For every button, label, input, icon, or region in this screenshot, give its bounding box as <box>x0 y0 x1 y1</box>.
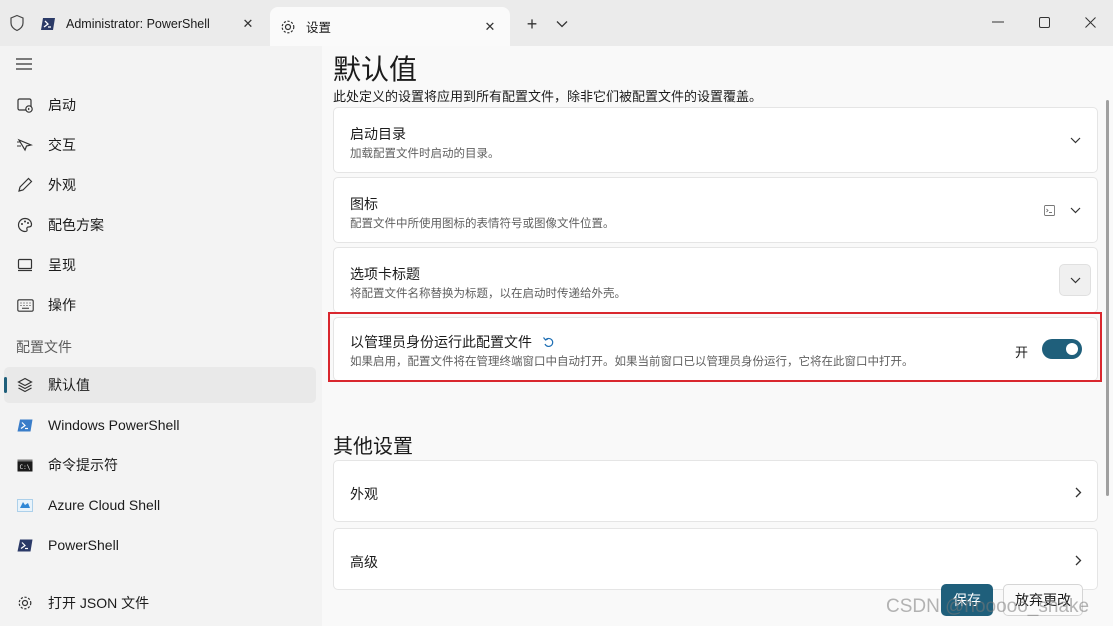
setting-description: 配置文件中所使用图标的表情符号或图像文件位置。 <box>350 218 615 230</box>
sidebar-item-label: 外观 <box>48 177 76 193</box>
sidebar-item-label: 启动 <box>48 97 76 113</box>
sidebar-item-appearance[interactable]: 外观 <box>4 167 316 203</box>
sidebar-item-azure-cloud-shell[interactable]: Azure Cloud Shell <box>4 487 316 523</box>
sidebar-item-label: 命令提示符 <box>48 457 118 473</box>
powershell-dark-icon <box>16 536 34 554</box>
sidebar-item-color-schemes[interactable]: 配色方案 <box>4 207 316 243</box>
open-json-label: 打开 JSON 文件 <box>48 595 150 611</box>
other-settings-header: 其他设置 <box>333 436 413 458</box>
title-bar: Administrator: PowerShell ✕ 设置 ✕ + <box>0 0 1113 46</box>
close-tab-icon[interactable]: ✕ <box>480 17 500 37</box>
main-content: 默认值 此处定义的设置将应用到所有配置文件，除非它们被配置文件的设置覆盖。 启动… <box>322 46 1113 626</box>
expand-button[interactable] <box>1059 264 1091 296</box>
setting-description: 加载配置文件时启动的目录。 <box>350 148 500 160</box>
chevron-right-icon <box>1068 482 1088 502</box>
chevron-down-icon <box>1070 277 1080 283</box>
new-tab-button[interactable]: + <box>520 14 544 34</box>
close-tab-icon[interactable]: ✕ <box>238 14 258 34</box>
sidebar: 启动 交互 外观 配色方案 呈现 操作 配置文件 默认值 Windows Pow… <box>0 46 322 626</box>
highlight-box <box>328 312 1102 382</box>
tab-settings[interactable]: 设置 ✕ <box>270 7 510 46</box>
page-title: 默认值 <box>333 54 418 85</box>
tab-powershell[interactable]: Administrator: PowerShell ✕ <box>30 7 268 41</box>
scrollbar[interactable] <box>1106 100 1109 496</box>
interaction-icon <box>16 136 34 154</box>
setting-card-icon[interactable]: 图标 配置文件中所使用图标的表情符号或图像文件位置。 <box>333 177 1098 243</box>
startup-icon <box>16 96 34 114</box>
sidebar-item-label: 操作 <box>48 297 76 313</box>
open-json-button[interactable]: 打开 JSON 文件 <box>4 585 316 621</box>
sidebar-item-label: 呈现 <box>48 257 76 273</box>
svg-text:C:\: C:\ <box>20 464 31 471</box>
setting-title: 启动目录 <box>350 126 406 142</box>
sidebar-item-label: Azure Cloud Shell <box>48 497 161 513</box>
chevron-right-icon <box>1068 550 1088 570</box>
profiles-section-header: 配置文件 <box>16 339 72 355</box>
setting-description: 将配置文件名称替换为标题，以在启动时传递给外壳。 <box>350 288 626 300</box>
setting-card-advanced[interactable]: 高级 <box>333 528 1098 590</box>
selection-indicator <box>4 377 7 393</box>
gear-icon <box>16 594 34 612</box>
setting-title: 高级 <box>350 554 378 570</box>
cmd-icon: C:\ <box>16 456 34 474</box>
palette-icon <box>16 216 34 234</box>
sidebar-item-label: 交互 <box>48 137 76 153</box>
hamburger-menu-icon[interactable] <box>14 56 34 72</box>
tab-label: Administrator: PowerShell <box>66 17 210 31</box>
toggle-state-label: 开 <box>1015 345 1029 360</box>
gear-icon <box>280 19 296 35</box>
chevron-down-icon[interactable] <box>1065 200 1085 220</box>
azure-icon <box>16 496 34 514</box>
sidebar-item-windows-powershell[interactable]: Windows PowerShell <box>4 407 316 443</box>
sidebar-item-powershell[interactable]: PowerShell <box>4 527 316 563</box>
setting-card-appearance[interactable]: 外观 <box>333 460 1098 522</box>
shield-icon <box>10 14 24 32</box>
keyboard-icon <box>16 296 34 314</box>
sidebar-item-label: 默认值 <box>48 377 90 393</box>
sidebar-item-label: 配色方案 <box>48 217 104 233</box>
pen-icon <box>16 176 34 194</box>
toggle-knob <box>1066 343 1078 355</box>
setting-title: 外观 <box>350 486 378 502</box>
chevron-down-icon[interactable] <box>1065 130 1085 150</box>
maximize-button[interactable] <box>1024 8 1064 36</box>
sidebar-item-startup[interactable]: 启动 <box>4 87 316 123</box>
run-as-admin-toggle[interactable] <box>1042 339 1082 359</box>
chevron-down-icon[interactable] <box>552 14 572 34</box>
setting-card-tab-title[interactable]: 选项卡标题 将配置文件名称替换为标题，以在启动时传递给外壳。 <box>333 247 1098 313</box>
sidebar-item-label: Windows PowerShell <box>48 417 180 433</box>
setting-title: 选项卡标题 <box>350 266 420 282</box>
watermark: CSDN @hooooo_shake <box>886 596 1090 617</box>
sidebar-item-cmd[interactable]: C:\ 命令提示符 <box>4 447 316 483</box>
sidebar-item-interaction[interactable]: 交互 <box>4 127 316 163</box>
monitor-icon <box>16 256 34 274</box>
sidebar-item-actions[interactable]: 操作 <box>4 287 316 323</box>
powershell-icon <box>16 416 34 434</box>
tab-label: 设置 <box>306 21 332 35</box>
close-window-button[interactable] <box>1070 8 1110 36</box>
sidebar-item-label: PowerShell <box>48 537 119 553</box>
minimize-button[interactable] <box>978 8 1018 36</box>
page-description: 此处定义的设置将应用到所有配置文件，除非它们被配置文件的设置覆盖。 <box>333 89 763 104</box>
sidebar-item-defaults[interactable]: 默认值 <box>4 367 316 403</box>
sidebar-item-rendering[interactable]: 呈现 <box>4 247 316 283</box>
setting-card-starting-directory[interactable]: 启动目录 加载配置文件时启动的目录。 <box>333 107 1098 173</box>
powershell-icon <box>40 16 56 32</box>
setting-title: 图标 <box>350 196 378 212</box>
layers-icon <box>16 376 34 394</box>
terminal-icon <box>1039 200 1059 220</box>
